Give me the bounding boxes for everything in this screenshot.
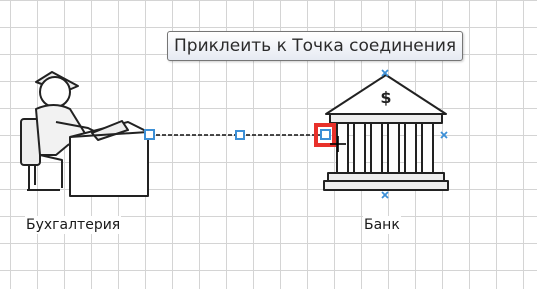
connection-point-bottom[interactable] xyxy=(381,191,389,199)
bank-label: Банк xyxy=(363,216,401,234)
connector-midpoint-handle[interactable] xyxy=(235,130,245,140)
connector-start-handle[interactable] xyxy=(144,129,155,140)
accounting-label: Бухгалтерия xyxy=(25,216,122,234)
connector-end-handle[interactable] xyxy=(320,129,331,140)
connection-point-right[interactable] xyxy=(440,131,448,139)
accounting-shape[interactable] xyxy=(20,71,149,197)
connector-line[interactable] xyxy=(144,129,324,140)
bank-shape[interactable]: $ xyxy=(323,74,449,191)
glue-tooltip: Приклеить к Точка соединения xyxy=(167,31,464,61)
dollar-sign: $ xyxy=(380,88,391,107)
